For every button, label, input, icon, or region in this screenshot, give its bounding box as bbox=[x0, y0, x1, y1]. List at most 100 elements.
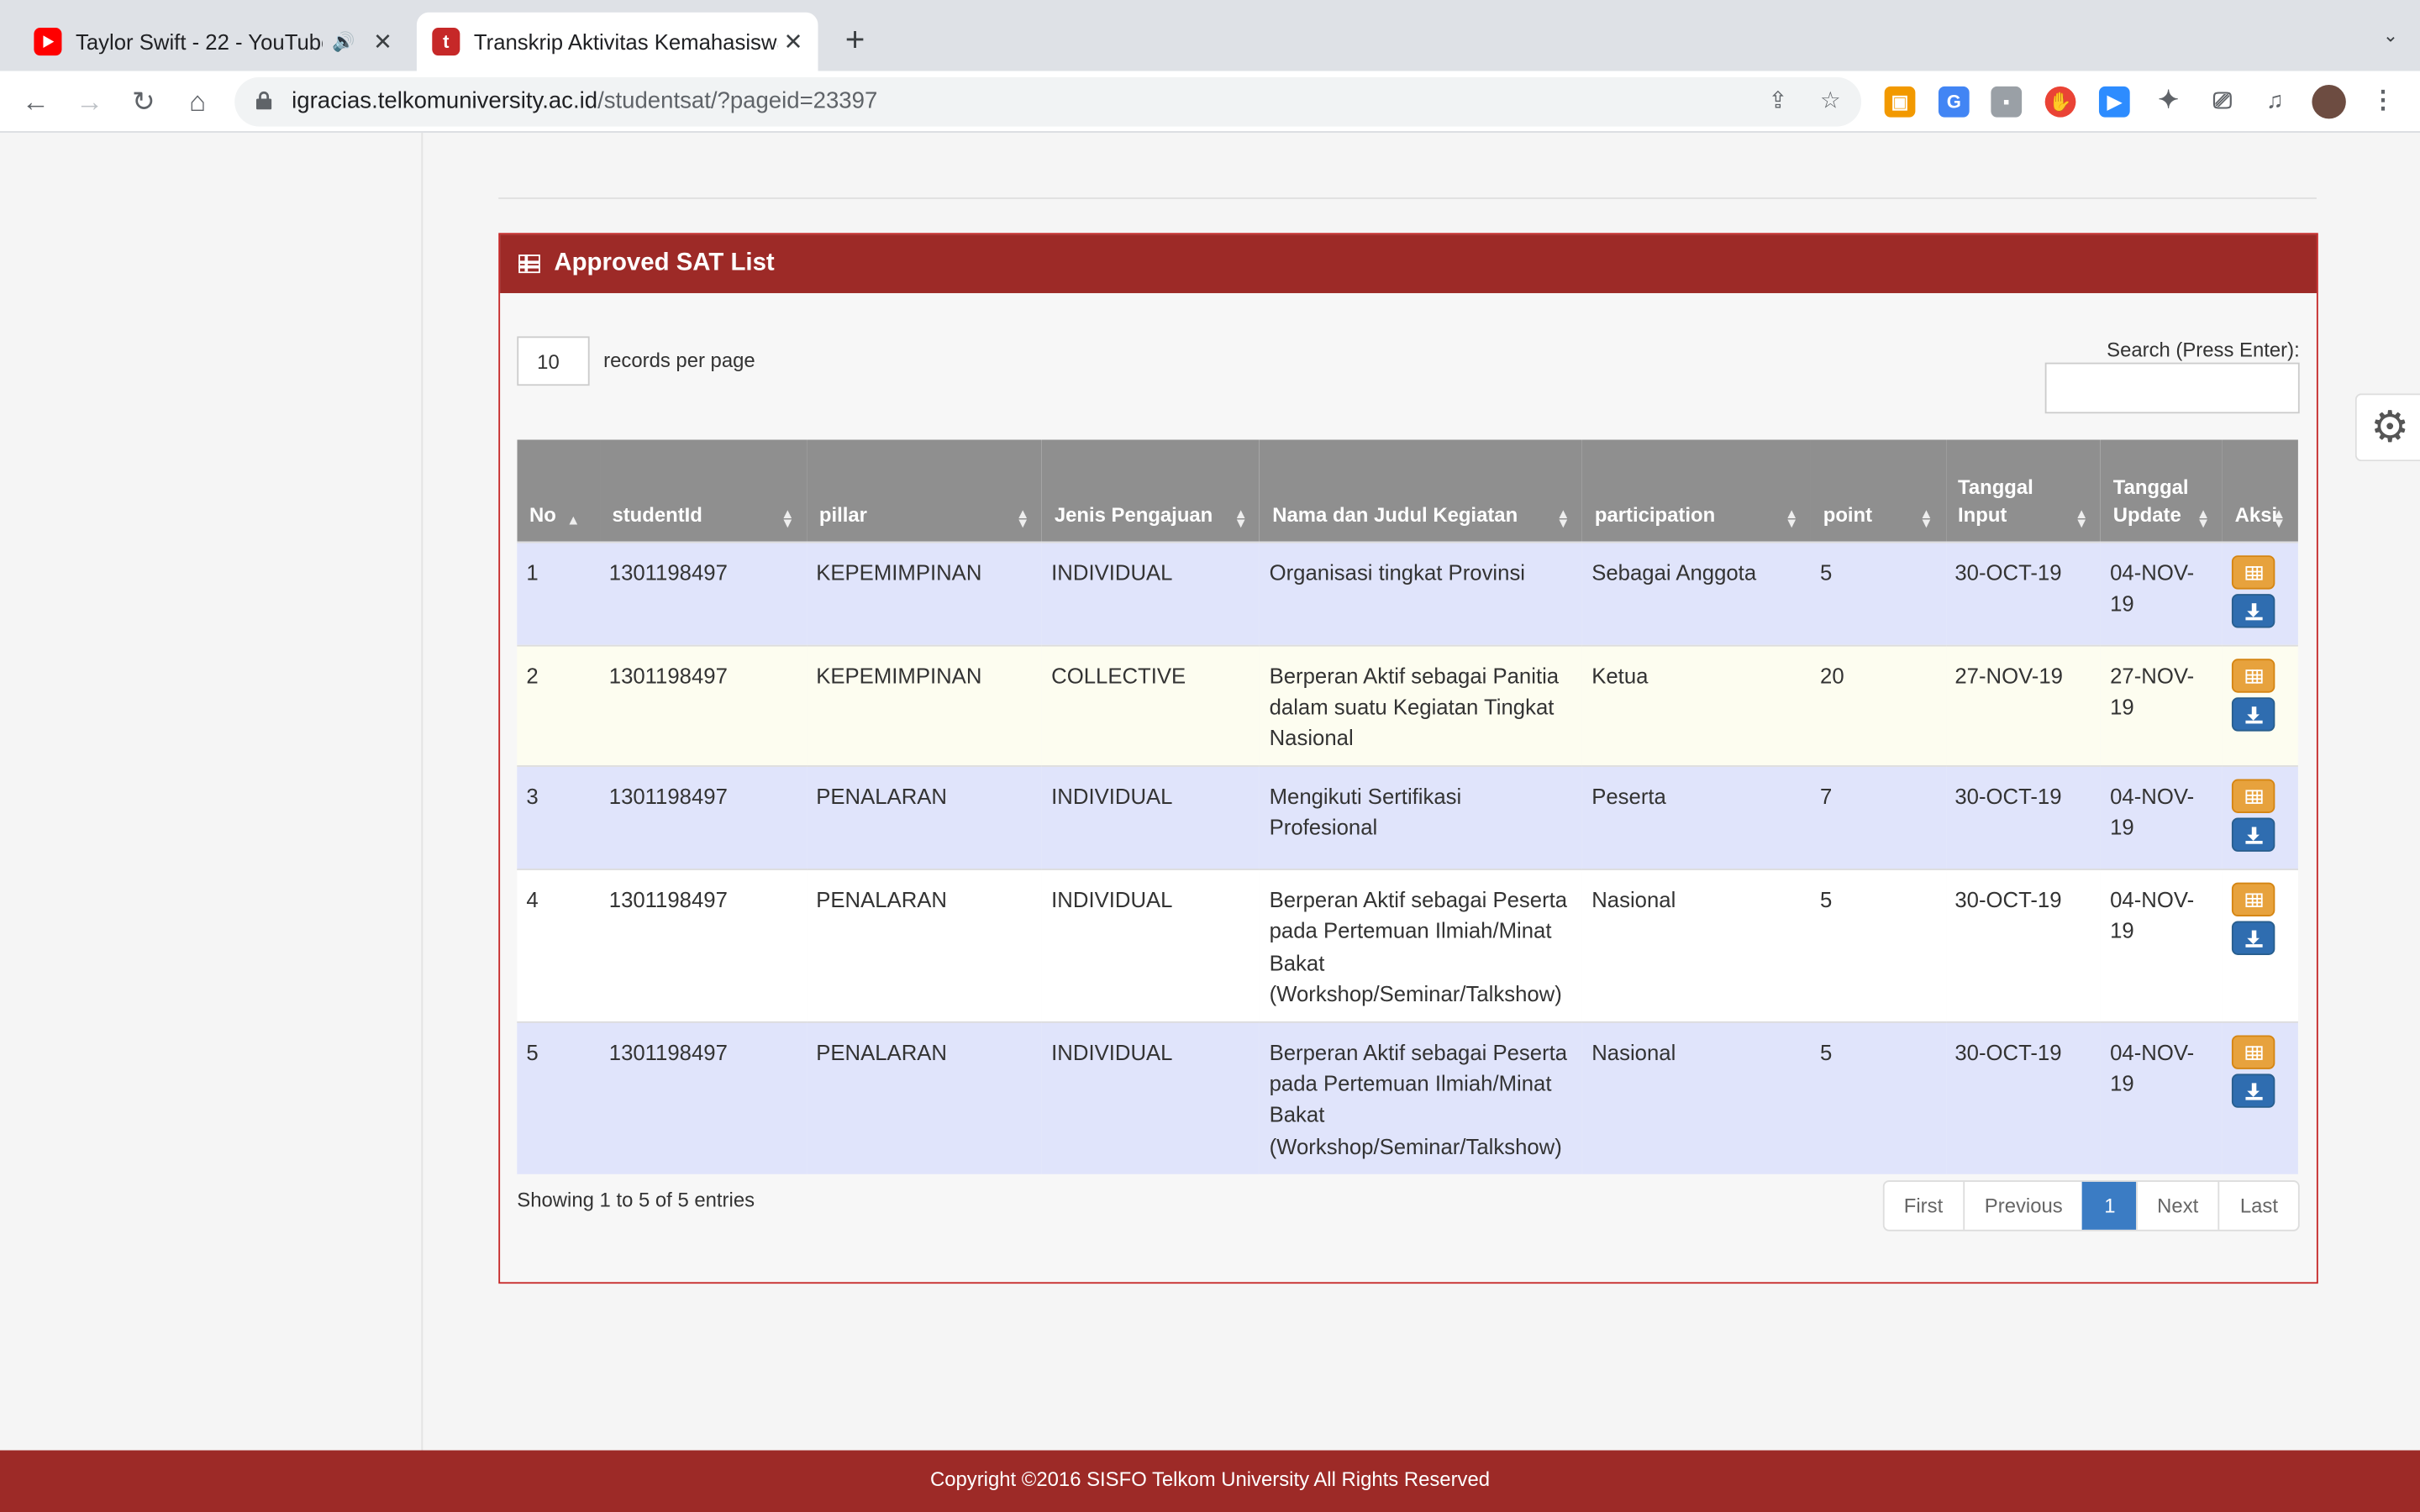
cell-no: 3 bbox=[517, 765, 600, 870]
left-sidebar bbox=[0, 132, 424, 1451]
sort-icon: ▲ ▼ bbox=[2075, 505, 2089, 530]
url-text: igracias.telkomuniversity.ac.id/students… bbox=[292, 87, 878, 114]
table-row: 1 1301198497 KEPEMIMPINAN INDIVIDUAL Org… bbox=[517, 540, 2298, 645]
pagination-info: Showing 1 to 5 of 5 entries bbox=[517, 1188, 755, 1211]
cell-pillar: KEPEMIMPINAN bbox=[807, 643, 1043, 767]
browser-tab-youtube[interactable]: Taylor Swift - 22 - YouTube 🔊 ✕ bbox=[18, 13, 408, 71]
settings-gear-icon[interactable]: ⚙ bbox=[2354, 393, 2420, 462]
table-icon bbox=[2245, 790, 2263, 805]
browser-tab-strip: Taylor Swift - 22 - YouTube 🔊 ✕ t Transk… bbox=[0, 0, 2420, 71]
cell-tanggal-update: 04-NOV-19 bbox=[2101, 765, 2223, 870]
back-icon[interactable]: ← bbox=[17, 83, 54, 120]
sort-icon: ▲ ▼ bbox=[781, 505, 795, 530]
view-detail-button[interactable] bbox=[2232, 658, 2275, 692]
cell-no: 2 bbox=[517, 643, 600, 767]
chevron-down-icon[interactable]: ⌄ bbox=[2383, 24, 2398, 46]
new-tab-button[interactable]: + bbox=[837, 21, 874, 59]
copyright-text: Copyright ©2016 SISFO Telkom University … bbox=[929, 1467, 1491, 1491]
cell-aksi bbox=[2222, 643, 2298, 767]
cell-no: 1 bbox=[517, 540, 600, 645]
view-detail-button[interactable] bbox=[2232, 1035, 2275, 1069]
sort-asc-icon: ▲ bbox=[566, 511, 581, 528]
tab-title: Taylor Swift - 22 - YouTube bbox=[76, 29, 323, 55]
download-button[interactable] bbox=[2232, 593, 2275, 627]
sort-icon: ▲ ▼ bbox=[1016, 505, 1030, 530]
col-header-participation[interactable]: participation ▲ ▼ bbox=[1582, 439, 1812, 542]
download-button[interactable] bbox=[2232, 696, 2275, 731]
cell-student-id: 1301198497 bbox=[599, 765, 808, 870]
col-header-point[interactable]: point ▲ ▼ bbox=[1811, 439, 1946, 542]
sort-icon: ▲ ▼ bbox=[1784, 505, 1799, 530]
cell-student-id: 1301198497 bbox=[599, 869, 808, 1022]
address-bar[interactable]: igracias.telkomuniversity.ac.id/students… bbox=[234, 76, 1862, 127]
extensions-puzzle-icon[interactable]: ✦ bbox=[2153, 87, 2184, 118]
search-input[interactable] bbox=[2044, 362, 2300, 414]
sat-table: No ▲ studentId ▲ ▼ pillar ▲ ▼ Jenis Pengajuan… bbox=[517, 439, 2298, 1174]
cell-student-id: 1301198497 bbox=[599, 540, 808, 645]
records-per-page-select[interactable]: 10 bbox=[517, 336, 590, 386]
sort-icon: ▲ ▼ bbox=[1919, 505, 1933, 530]
view-detail-button[interactable] bbox=[2232, 882, 2275, 917]
cell-pillar: PENALARAN bbox=[807, 765, 1043, 870]
page-number-button[interactable]: 1 bbox=[2082, 1181, 2136, 1230]
view-detail-button[interactable] bbox=[2232, 779, 2275, 814]
extension-profile-icon[interactable]: ▪ bbox=[1991, 86, 2023, 118]
extension-image-icon[interactable]: ▣ bbox=[1884, 86, 1916, 118]
cell-aksi bbox=[2222, 765, 2298, 870]
col-header-no[interactable]: No ▲ bbox=[517, 439, 600, 542]
close-tab-icon[interactable]: ✕ bbox=[778, 28, 809, 55]
download-button[interactable] bbox=[2232, 921, 2275, 956]
cell-participation: Nasional bbox=[1582, 1021, 1812, 1174]
cast-icon[interactable]: ⎚ bbox=[2207, 87, 2238, 118]
col-header-nama-kegiatan[interactable]: Nama dan Judul Kegiatan ▲ ▼ bbox=[1260, 439, 1583, 542]
view-detail-button[interactable] bbox=[2232, 554, 2275, 589]
records-per-page-label: records per page bbox=[603, 349, 755, 372]
table-icon bbox=[2245, 669, 2263, 683]
reload-icon[interactable]: ↻ bbox=[125, 83, 162, 120]
table-icon bbox=[2245, 893, 2263, 908]
forward-icon[interactable]: → bbox=[71, 83, 108, 120]
download-button[interactable] bbox=[2232, 817, 2275, 853]
avatar[interactable] bbox=[2312, 85, 2346, 119]
cell-aksi bbox=[2222, 1021, 2298, 1174]
panel-title: Approved SAT List bbox=[554, 249, 775, 276]
page-last-button[interactable]: Last bbox=[2218, 1181, 2298, 1230]
home-icon[interactable]: ⌂ bbox=[179, 83, 216, 120]
speaker-icon[interactable]: 🔊 bbox=[332, 31, 355, 53]
share-icon[interactable]: ⇪ bbox=[1763, 87, 1794, 118]
cell-participation: Peserta bbox=[1582, 765, 1812, 870]
media-control-icon[interactable]: ♫ bbox=[2260, 87, 2291, 118]
close-tab-icon[interactable]: ✕ bbox=[367, 28, 398, 55]
cell-participation: Nasional bbox=[1582, 869, 1812, 1022]
col-header-aksi[interactable]: Aksi ▲ ▼ bbox=[2222, 439, 2298, 542]
table-icon bbox=[518, 255, 540, 274]
pagination: First Previous 1 Next Last bbox=[1882, 1180, 2300, 1231]
col-header-jenis-pengajuan[interactable]: Jenis Pengajuan ▲ ▼ bbox=[1042, 439, 1260, 542]
cell-point: 5 bbox=[1811, 869, 1946, 1022]
col-header-studentid[interactable]: studentId ▲ ▼ bbox=[599, 439, 808, 542]
bookmark-star-icon[interactable]: ☆ bbox=[1815, 87, 1846, 118]
tab-title: Transkrip Aktivitas Kemahasiswaan bbox=[473, 29, 778, 55]
browser-tab-active[interactable]: t Transkrip Aktivitas Kemahasiswaan ✕ bbox=[416, 12, 818, 71]
cell-nama: Berperan Aktif sebagai Peserta pada Pert… bbox=[1260, 1021, 1583, 1174]
cell-jenis: INDIVIDUAL bbox=[1042, 1021, 1260, 1174]
zoom-icon[interactable]: ▶ bbox=[2098, 86, 2130, 118]
adblock-icon[interactable]: ✋ bbox=[2044, 86, 2076, 118]
cell-nama: Berperan Aktif sebagai Peserta pada Pert… bbox=[1260, 869, 1583, 1022]
col-header-tanggal-input[interactable]: Tanggal Input ▲ ▼ bbox=[1945, 439, 2102, 542]
page-first-button[interactable]: First bbox=[1884, 1182, 1963, 1230]
download-button[interactable] bbox=[2232, 1074, 2275, 1108]
page-previous-button[interactable]: Previous bbox=[1963, 1181, 2082, 1230]
col-header-pillar[interactable]: pillar ▲ ▼ bbox=[807, 439, 1043, 542]
cell-tanggal-input: 30-OCT-19 bbox=[1945, 765, 2102, 870]
table-header-row: No ▲ studentId ▲ ▼ pillar ▲ ▼ Jenis Pengajuan… bbox=[517, 439, 2298, 542]
page-next-button[interactable]: Next bbox=[2135, 1181, 2218, 1230]
cell-no: 4 bbox=[517, 869, 600, 1022]
google-translate-icon[interactable]: G bbox=[1938, 86, 1970, 118]
cell-tanggal-input: 30-OCT-19 bbox=[1945, 1021, 2102, 1174]
col-header-tanggal-update[interactable]: Tanggal Update ▲ ▼ bbox=[2101, 439, 2223, 542]
cell-tanggal-update: 04-NOV-19 bbox=[2101, 1021, 2223, 1174]
cell-point: 5 bbox=[1811, 1021, 1946, 1174]
more-menu-icon[interactable]: ⋮ bbox=[2368, 87, 2399, 118]
cell-nama: Berperan Aktif sebagai Panitia dalam sua… bbox=[1260, 643, 1583, 767]
